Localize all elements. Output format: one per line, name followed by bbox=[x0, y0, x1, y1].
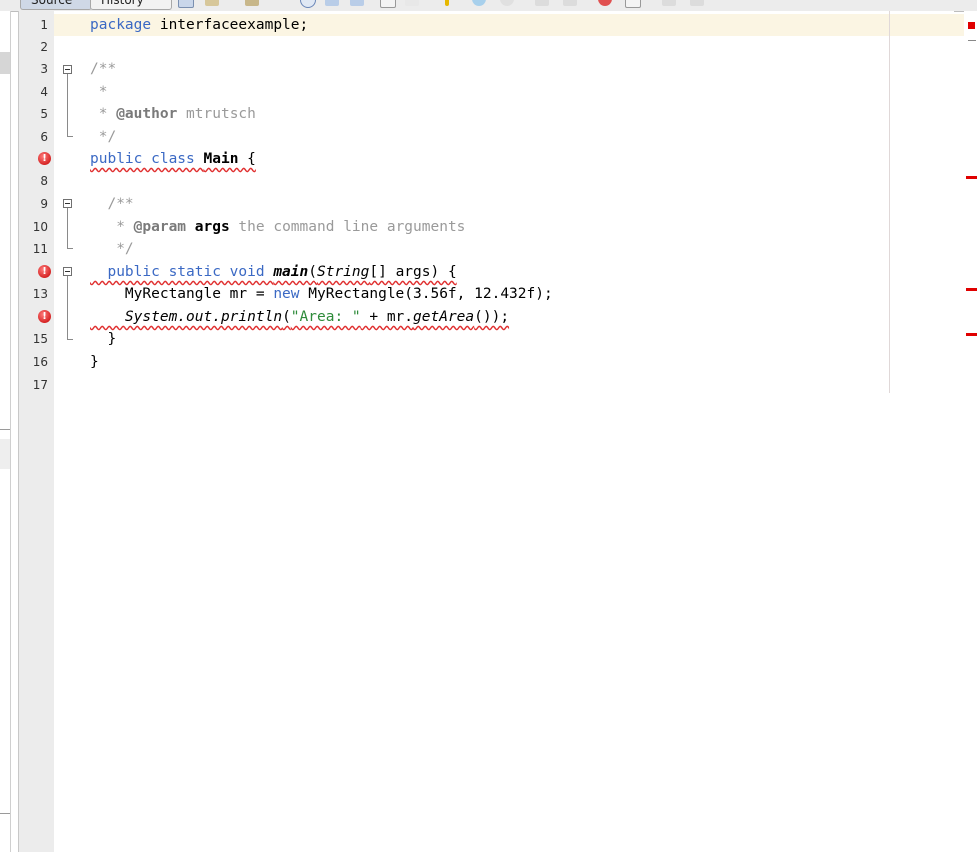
comment-icon[interactable] bbox=[662, 0, 676, 6]
right-margin-guide bbox=[889, 11, 890, 393]
line-number: 10 bbox=[32, 220, 48, 234]
fold-guide-end bbox=[67, 339, 73, 340]
code-line[interactable]: } bbox=[90, 328, 116, 350]
line-number: 1 bbox=[40, 18, 48, 32]
fold-guide bbox=[67, 208, 68, 248]
fold-guide-end bbox=[67, 136, 73, 137]
line-number: 6 bbox=[40, 130, 48, 144]
stop-macro-icon[interactable] bbox=[625, 0, 641, 8]
line-number: 2 bbox=[40, 40, 48, 54]
fold-toggle[interactable] bbox=[63, 267, 72, 276]
fold-guide-end bbox=[67, 248, 73, 249]
previous-bookmark-icon[interactable] bbox=[472, 0, 486, 6]
code-line[interactable]: * bbox=[90, 81, 108, 103]
fold-guide bbox=[67, 276, 68, 339]
next-bookmark-icon[interactable] bbox=[500, 0, 514, 6]
line-number: 4 bbox=[40, 85, 48, 99]
line-number: 8 bbox=[40, 174, 48, 188]
line-number: 15 bbox=[32, 332, 48, 346]
line-number: 17 bbox=[32, 378, 48, 392]
line-number: 3 bbox=[40, 62, 48, 76]
error-icon[interactable]: ! bbox=[38, 152, 51, 165]
code-line[interactable]: System.out.println("Area: " + mr.getArea… bbox=[90, 306, 509, 328]
code-line[interactable]: /** bbox=[90, 58, 116, 80]
code-line[interactable]: package interfaceexample; bbox=[90, 14, 308, 36]
code-line[interactable]: * @author mtrutsch bbox=[90, 103, 256, 125]
code-line[interactable]: */ bbox=[90, 238, 133, 260]
toggle-selection-icon[interactable] bbox=[405, 0, 419, 6]
error-stripe[interactable] bbox=[964, 11, 977, 852]
code-line[interactable]: } bbox=[90, 351, 99, 373]
search-icon[interactable] bbox=[300, 0, 316, 8]
code-line[interactable]: /** bbox=[90, 193, 133, 215]
code-line[interactable]: public static void main(String[] args) { bbox=[90, 261, 456, 283]
line-number: 11 bbox=[32, 242, 48, 256]
shift-left-icon[interactable] bbox=[535, 0, 549, 6]
code-line[interactable]: * @param args the command line arguments bbox=[90, 216, 465, 238]
code-line[interactable]: MyRectangle mr = new MyRectangle(3.56f, … bbox=[90, 283, 553, 305]
code-line[interactable]: public class Main { bbox=[90, 148, 256, 170]
projects-panel-edge bbox=[0, 11, 11, 852]
back-icon[interactable] bbox=[205, 0, 219, 6]
line-number: 16 bbox=[32, 355, 48, 369]
uncomment-icon[interactable] bbox=[690, 0, 704, 6]
toggle-highlight-icon[interactable] bbox=[380, 0, 396, 8]
line-number: 13 bbox=[32, 287, 48, 301]
error-mark[interactable] bbox=[966, 176, 977, 179]
find-previous-icon[interactable] bbox=[325, 0, 339, 6]
error-icon[interactable]: ! bbox=[38, 265, 51, 278]
tab-source[interactable]: Source bbox=[20, 0, 92, 10]
code-line[interactable]: */ bbox=[90, 126, 116, 148]
forward-icon[interactable] bbox=[245, 0, 259, 6]
error-mark[interactable] bbox=[966, 333, 977, 336]
start-macro-icon[interactable] bbox=[598, 0, 612, 6]
last-edit-icon[interactable] bbox=[178, 0, 194, 8]
error-mark[interactable] bbox=[966, 288, 977, 291]
fold-toggle[interactable] bbox=[63, 65, 72, 74]
error-status-icon[interactable] bbox=[968, 22, 975, 29]
tab-history[interactable]: History bbox=[90, 0, 172, 10]
bookmark-icon[interactable] bbox=[445, 0, 449, 6]
fold-guide bbox=[67, 74, 68, 136]
caret-position-mark bbox=[968, 40, 976, 41]
shift-right-icon[interactable] bbox=[563, 0, 577, 6]
code-editor[interactable] bbox=[54, 11, 954, 852]
fold-toggle[interactable] bbox=[63, 199, 72, 208]
line-number: 9 bbox=[40, 197, 48, 211]
find-next-icon[interactable] bbox=[350, 0, 364, 6]
line-number: 5 bbox=[40, 107, 48, 121]
error-icon[interactable]: ! bbox=[38, 310, 51, 323]
